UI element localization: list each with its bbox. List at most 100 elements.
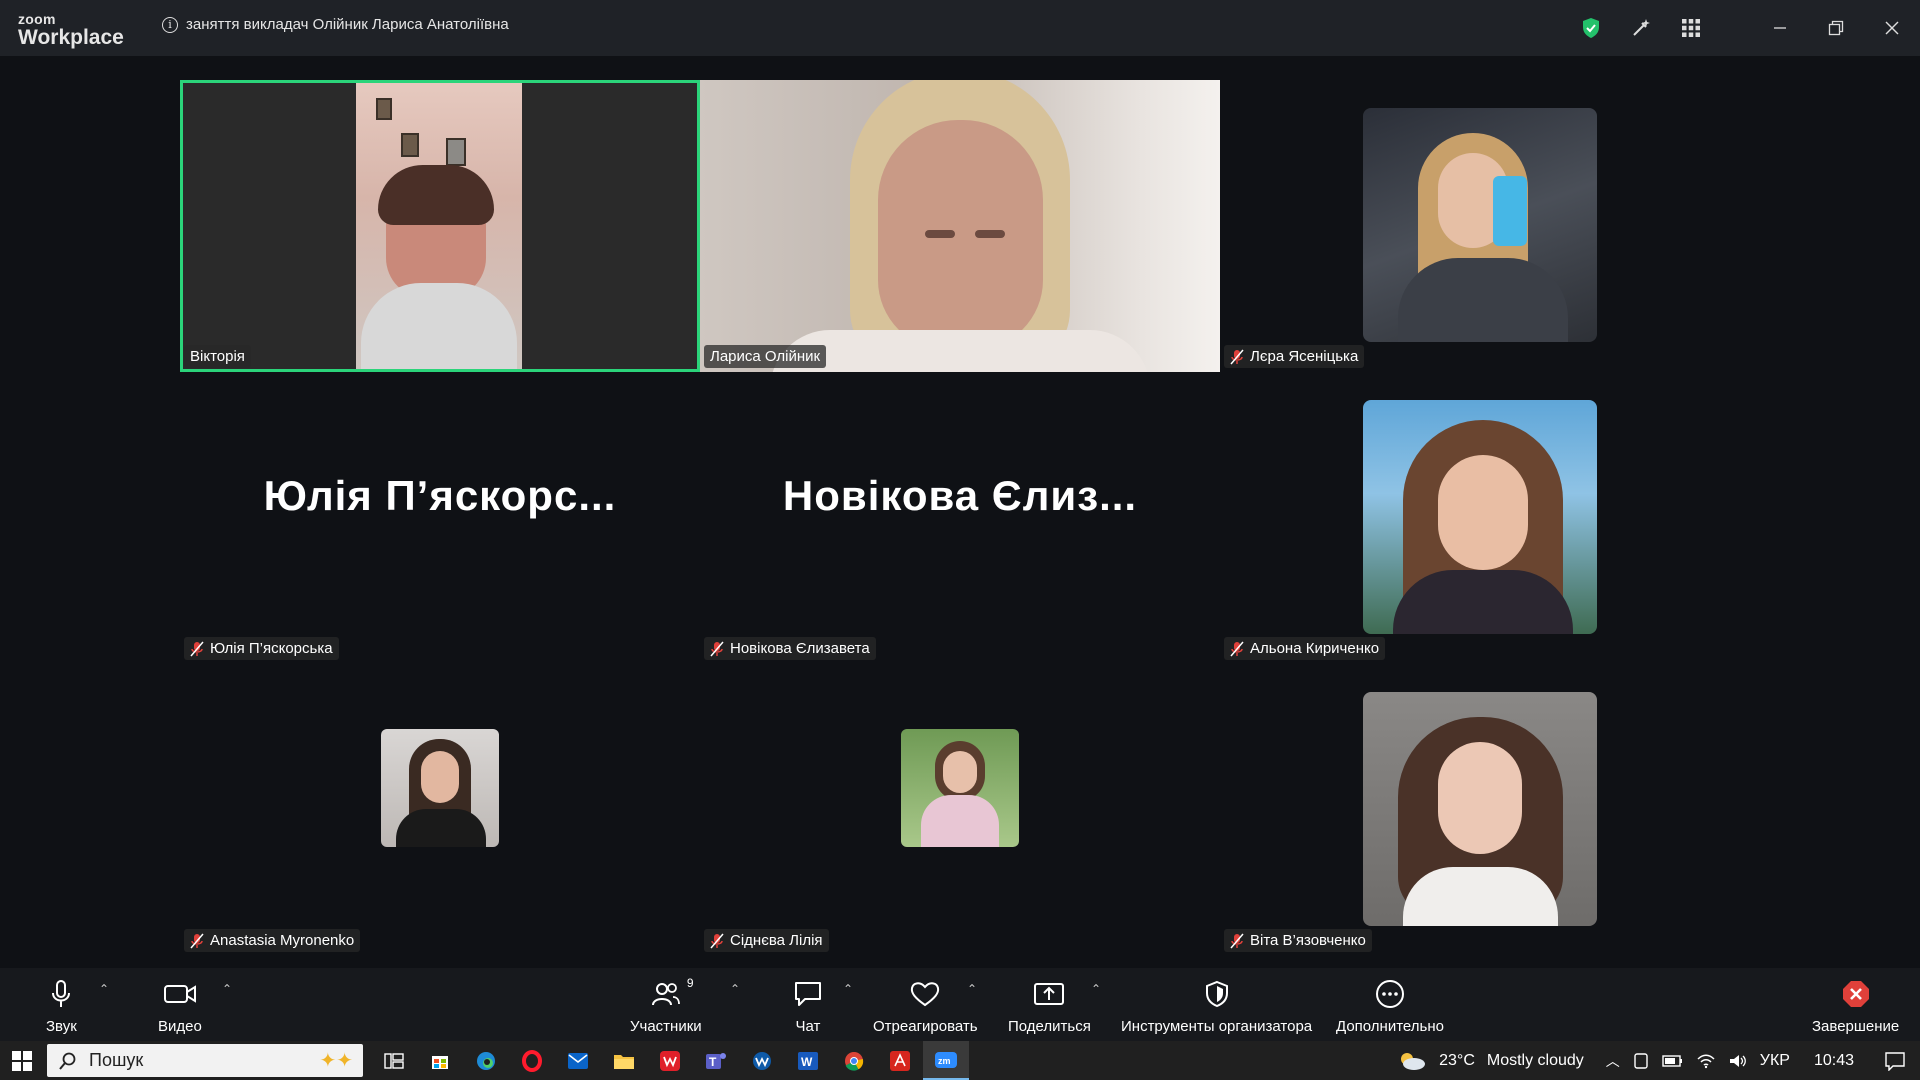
participants-button[interactable]: 9 Участники bbox=[630, 976, 702, 1035]
react-label: Отреагировать bbox=[873, 1018, 978, 1035]
chat-bubble-icon bbox=[793, 976, 823, 1012]
participant-name: Новікова Єлизавета bbox=[730, 640, 870, 657]
windows-start-button[interactable] bbox=[0, 1041, 44, 1080]
wifi-icon[interactable] bbox=[1696, 1053, 1716, 1069]
clock[interactable]: 10:43 bbox=[1814, 1052, 1854, 1070]
share-screen-icon bbox=[1033, 976, 1065, 1012]
video-tile-alona-kyrychenko[interactable]: Альона Кириченко bbox=[1220, 372, 1740, 664]
participant-name-label: Віта В’язовченко bbox=[1224, 929, 1372, 952]
video-camera-icon bbox=[163, 976, 197, 1012]
participant-name: Альона Кириченко bbox=[1250, 640, 1380, 657]
video-tile-anastasia-myronenko[interactable]: Anastasia Myronenko bbox=[180, 664, 700, 956]
chat-button[interactable]: Чат bbox=[793, 976, 823, 1035]
weather-cloud-icon[interactable] bbox=[1397, 1050, 1427, 1072]
participant-name-label: Альона Кириченко bbox=[1224, 637, 1386, 660]
more-button[interactable]: Дополнительно bbox=[1336, 976, 1444, 1035]
meeting-toolbar: Звук ⌃ Видео ⌃ 9 Участники ⌃ Чат ⌃ Отреа… bbox=[0, 968, 1920, 1041]
show-hidden-icons-chevron-icon[interactable]: ︿ bbox=[1606, 1051, 1620, 1071]
video-tile-yuliia-piaskorska[interactable]: Юлія П’яскорс... Юлія П’яскорська bbox=[180, 372, 700, 664]
muted-microphone-icon bbox=[1230, 349, 1244, 365]
shield-icon bbox=[1204, 976, 1230, 1012]
video-tile-viktoriia[interactable]: Вікторія bbox=[180, 80, 700, 372]
chat-options-caret[interactable]: ⌃ bbox=[843, 982, 853, 996]
word-icon[interactable]: W bbox=[785, 1041, 831, 1080]
restore-button[interactable] bbox=[1808, 0, 1864, 56]
taskbar-search-box[interactable]: Пошук ✦✦ bbox=[47, 1044, 363, 1077]
participant-name-label: Юлія П’яскорська bbox=[184, 637, 339, 660]
web-app-icon[interactable] bbox=[739, 1041, 785, 1080]
audio-label: Звук bbox=[46, 1018, 77, 1035]
search-highlight-icon: ✦✦ bbox=[319, 1050, 353, 1072]
annotate-icon[interactable] bbox=[1616, 0, 1666, 56]
outlook-mail-icon[interactable] bbox=[555, 1041, 601, 1080]
end-meeting-button[interactable]: Завершение bbox=[1812, 976, 1899, 1035]
svg-text:T: T bbox=[709, 1055, 717, 1069]
teams-icon[interactable]: T bbox=[693, 1041, 739, 1080]
microsoft-store-icon[interactable] bbox=[417, 1041, 463, 1080]
video-tile-larysa-oliinyk[interactable]: Лариса Олійник bbox=[700, 80, 1220, 372]
task-view-icon[interactable] bbox=[371, 1041, 417, 1080]
participant-name: Юлія П’яскорська bbox=[210, 640, 333, 657]
weather-description[interactable]: Mostly cloudy bbox=[1487, 1052, 1584, 1070]
input-language-indicator[interactable]: УКР bbox=[1760, 1052, 1790, 1070]
file-explorer-icon[interactable] bbox=[601, 1041, 647, 1080]
share-options-caret[interactable]: ⌃ bbox=[1091, 982, 1101, 996]
participant-name-label: Новікова Єлизавета bbox=[704, 637, 876, 660]
weather-temperature[interactable]: 23°C bbox=[1439, 1052, 1475, 1070]
search-icon bbox=[59, 1052, 76, 1070]
chat-label: Чат bbox=[795, 1018, 821, 1035]
battery-icon[interactable] bbox=[1662, 1054, 1684, 1068]
encryption-shield-icon[interactable] bbox=[1566, 0, 1616, 56]
muted-microphone-icon bbox=[1230, 641, 1244, 657]
video-tile-vita-viazovchenko[interactable]: Віта В’язовченко bbox=[1220, 664, 1740, 956]
participant-name: Лариса Олійник bbox=[710, 348, 821, 365]
participants-options-caret[interactable]: ⌃ bbox=[730, 982, 740, 996]
chrome-browser-icon[interactable] bbox=[831, 1041, 877, 1080]
muted-microphone-icon bbox=[190, 641, 204, 657]
minimize-button[interactable] bbox=[1752, 0, 1808, 56]
svg-text:W: W bbox=[801, 1055, 813, 1069]
opera-browser-icon[interactable] bbox=[509, 1041, 555, 1080]
avatar bbox=[381, 729, 499, 847]
device-icon[interactable] bbox=[1632, 1052, 1650, 1070]
video-tile-novikova-yelyzaveta[interactable]: Новікова Єлиз... Новікова Єлизавета bbox=[700, 372, 1220, 664]
audio-button[interactable]: Звук bbox=[46, 976, 77, 1035]
react-button[interactable]: Отреагировать bbox=[873, 976, 978, 1035]
profile-photo bbox=[1363, 692, 1597, 926]
logo-line1: zoom bbox=[18, 11, 56, 27]
video-tile-sidnieva-liliia[interactable]: Сіднєва Лілія bbox=[700, 664, 1220, 956]
muted-microphone-icon bbox=[710, 933, 724, 949]
audio-options-caret[interactable]: ⌃ bbox=[99, 982, 109, 996]
volume-icon[interactable] bbox=[1728, 1053, 1748, 1069]
system-tray: 23°C Mostly cloudy ︿ УКР 10:43 bbox=[1397, 1041, 1920, 1080]
video-options-caret[interactable]: ⌃ bbox=[222, 982, 232, 996]
participant-name-label: Лєра Ясеніцька bbox=[1224, 345, 1365, 368]
camera-feed bbox=[356, 83, 522, 369]
acrobat-reader-icon[interactable] bbox=[877, 1041, 923, 1080]
react-options-caret[interactable]: ⌃ bbox=[967, 982, 977, 996]
video-off-display-name: Юлія П’яскорс... bbox=[263, 472, 617, 519]
video-label: Видео bbox=[158, 1018, 202, 1035]
participants-label: Участники bbox=[630, 1018, 702, 1035]
meeting-info[interactable]: i заняття викладач Олійник Лариса Анатол… bbox=[162, 16, 509, 33]
profile-photo bbox=[1363, 108, 1597, 342]
edge-browser-icon[interactable] bbox=[463, 1041, 509, 1080]
host-tools-label: Инструменты организатора bbox=[1121, 1018, 1313, 1035]
notifications-icon[interactable] bbox=[1884, 1051, 1906, 1071]
info-icon[interactable]: i bbox=[162, 16, 178, 33]
zoom-app-icon[interactable]: zm bbox=[923, 1041, 969, 1080]
video-tile-lera-yasenitska[interactable]: Лєра Ясеніцька bbox=[1220, 80, 1740, 372]
avatar bbox=[901, 729, 1019, 847]
video-button[interactable]: Видео bbox=[158, 976, 202, 1035]
participant-name: Anastasia Myronenko bbox=[210, 932, 355, 949]
apps-grid-icon[interactable] bbox=[1666, 0, 1716, 56]
host-tools-button[interactable]: Инструменты организатора bbox=[1121, 976, 1312, 1035]
muted-microphone-icon bbox=[710, 641, 724, 657]
close-button[interactable] bbox=[1864, 0, 1920, 56]
search-placeholder: Пошук bbox=[89, 1050, 144, 1070]
participant-name: Віта В’язовченко bbox=[1250, 932, 1366, 949]
wps-office-icon[interactable] bbox=[647, 1041, 693, 1080]
share-screen-button[interactable]: Поделиться bbox=[1008, 976, 1091, 1035]
camera-feed bbox=[700, 80, 1220, 372]
participant-name: Лєра Ясеніцька bbox=[1250, 348, 1359, 365]
